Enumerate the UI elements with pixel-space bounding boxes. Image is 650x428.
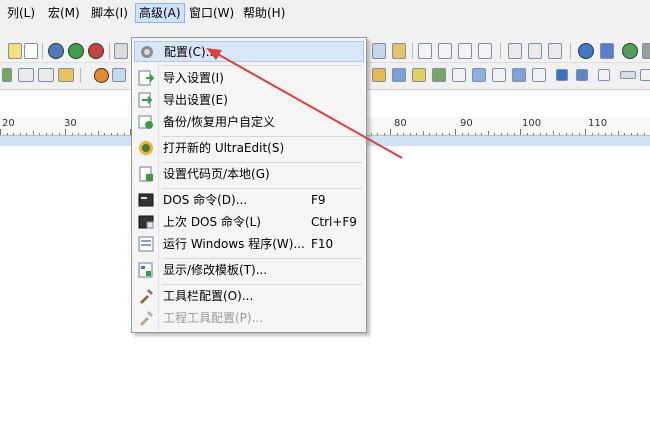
arrow-line [213,51,403,159]
annotation-arrow [206,48,403,159]
arrow-head [206,48,222,60]
